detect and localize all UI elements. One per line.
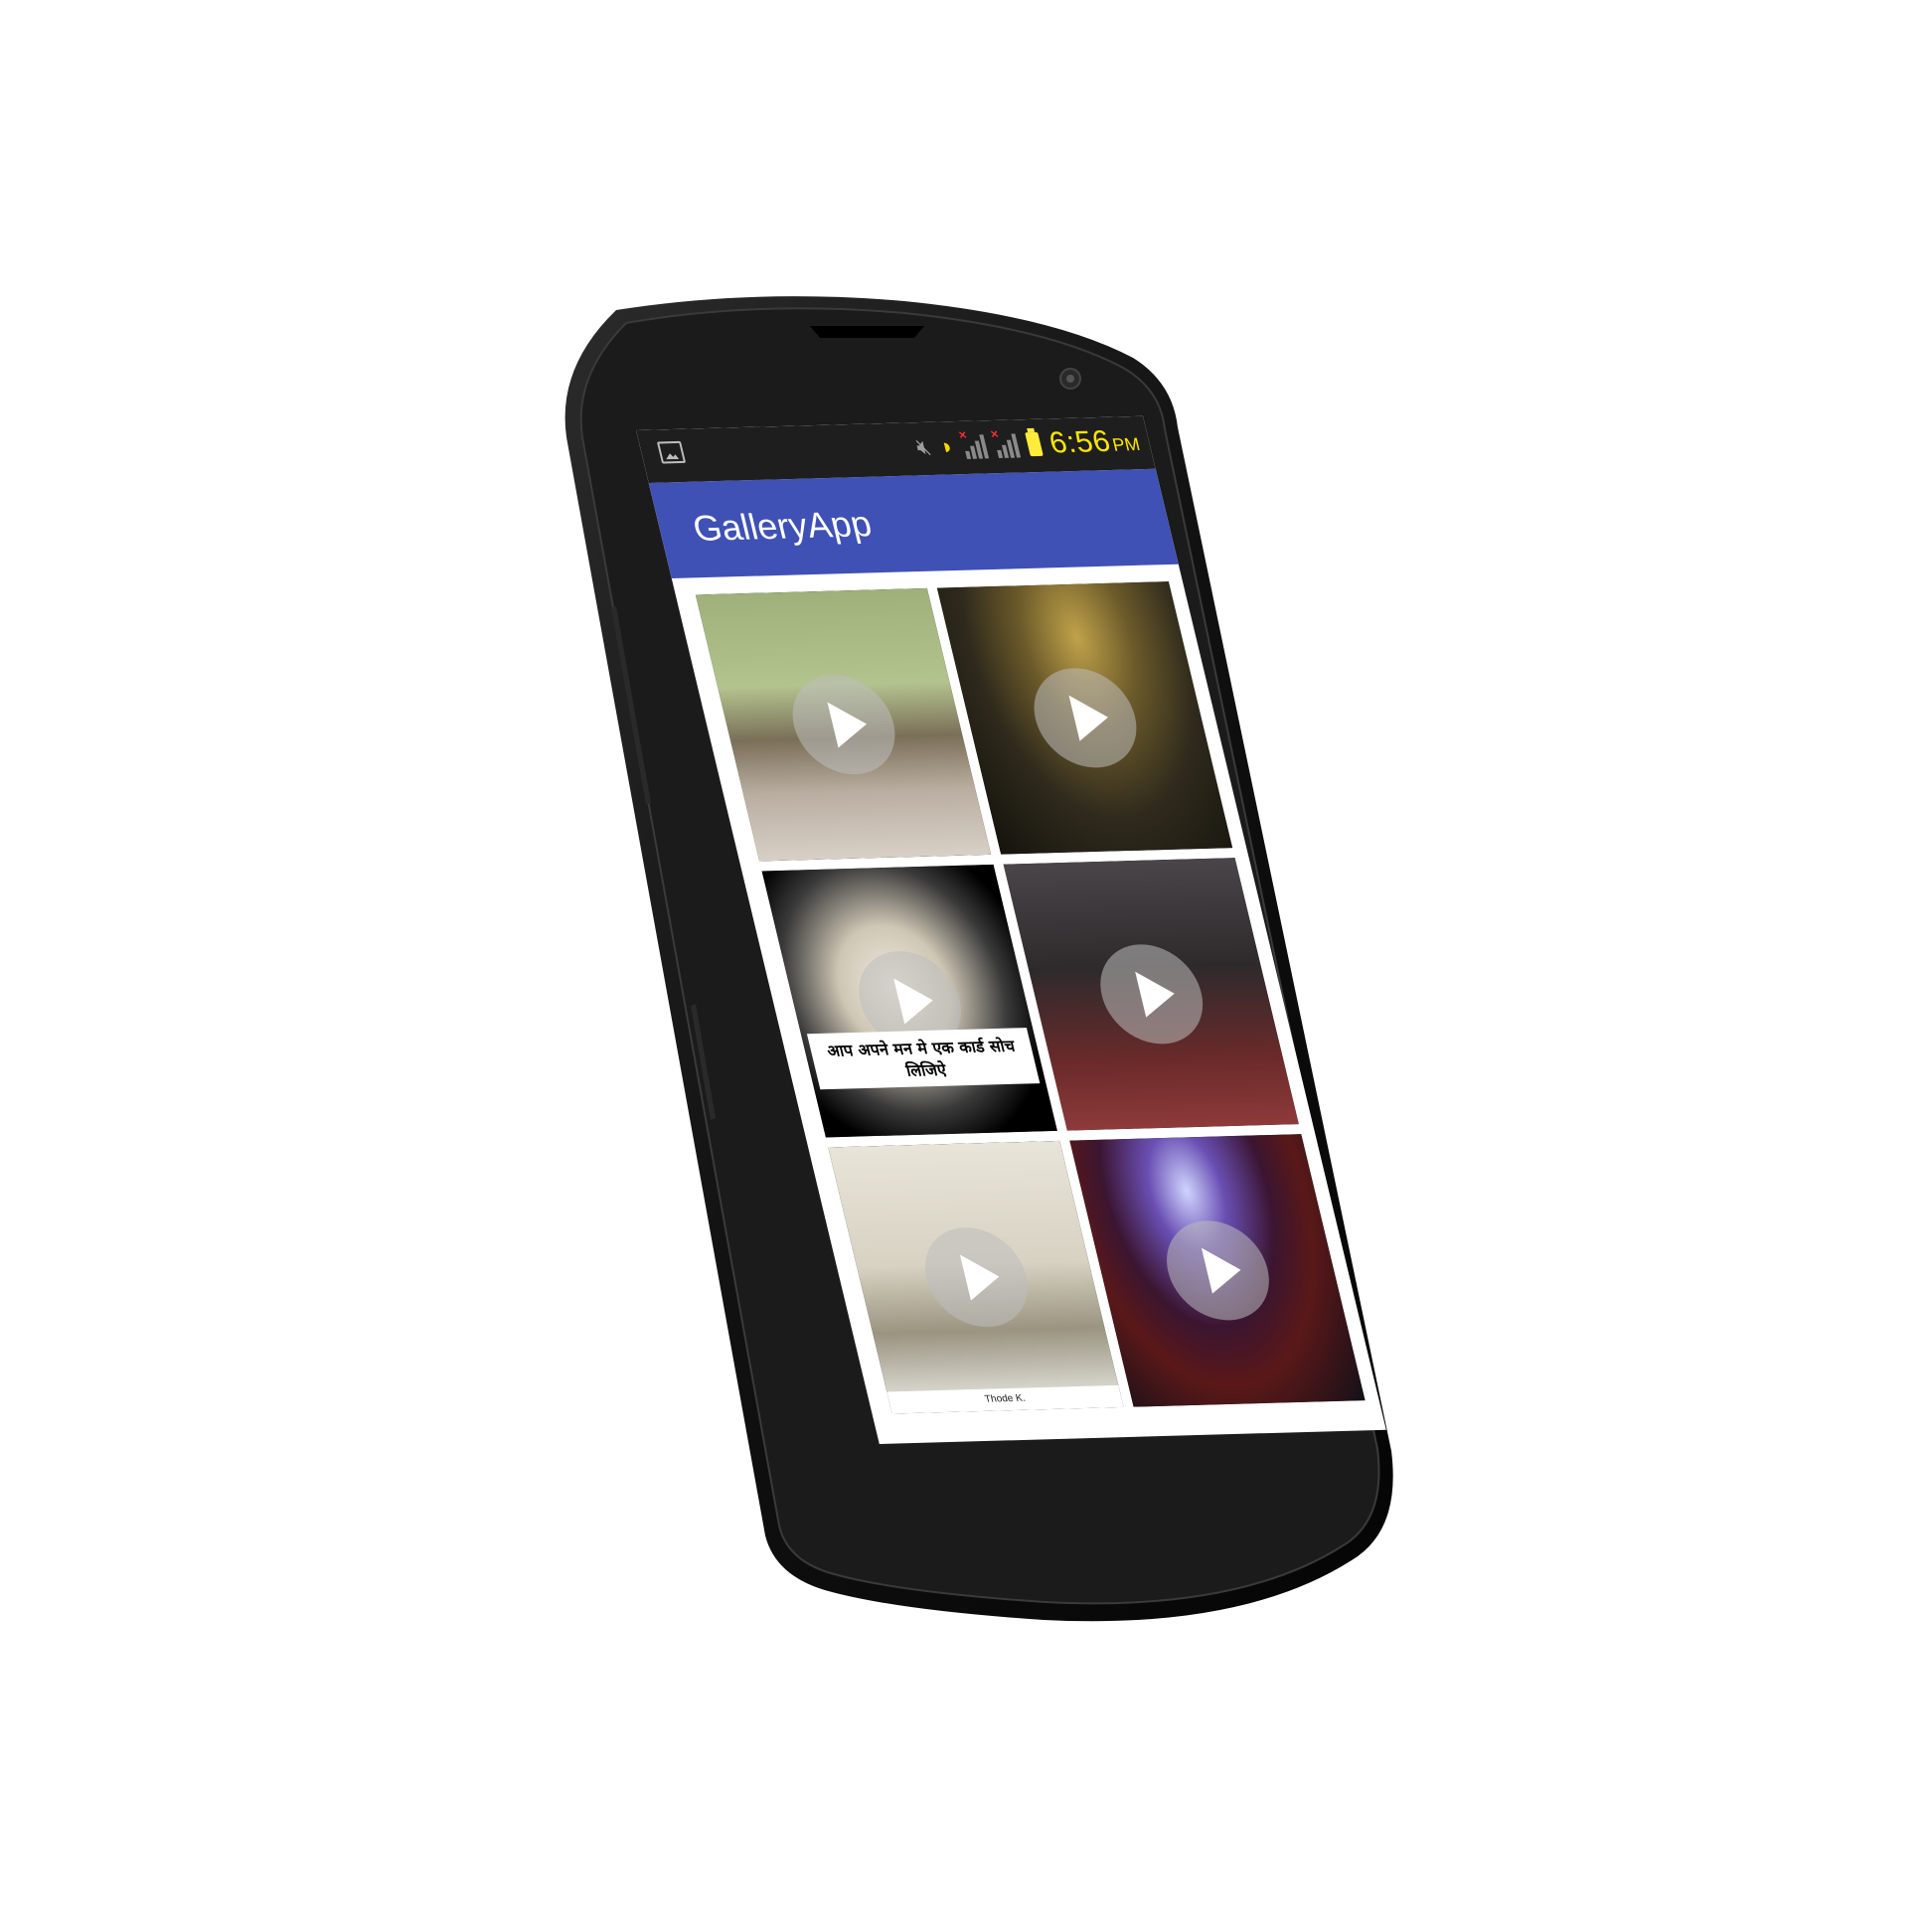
app-title: GalleryApp bbox=[688, 503, 876, 550]
status-clock: 6:56PM bbox=[1046, 424, 1144, 461]
clock-ampm: PM bbox=[1110, 434, 1143, 455]
product-mockup: 🔇︎ ◗ × × 6:56PM GalleryApp आप अपने मन मे… bbox=[0, 0, 1932, 1932]
battery-icon bbox=[1024, 431, 1044, 457]
app-bar: GalleryApp bbox=[648, 468, 1179, 578]
wifi-icon: ◗ bbox=[937, 433, 957, 459]
image-notification-icon bbox=[656, 440, 687, 464]
status-icons: 🔇︎ ◗ × × 6:56PM bbox=[912, 424, 1143, 464]
signal-x-icon: × bbox=[957, 427, 989, 459]
clock-time: 6:56 bbox=[1046, 424, 1114, 460]
signal-x-icon: × bbox=[989, 426, 1021, 459]
mute-icon: 🔇︎ bbox=[913, 433, 934, 460]
video-caption: आप अपने मन मे एक कार्ड सोच लिजिऐ bbox=[806, 1028, 1041, 1090]
